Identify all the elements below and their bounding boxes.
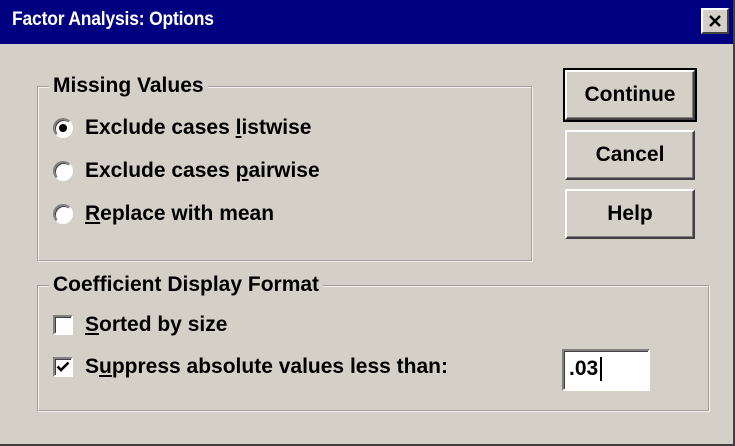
checkbox[interactable]	[53, 357, 73, 377]
threshold-value: .03	[569, 357, 599, 380]
close-button[interactable]	[701, 8, 729, 34]
coefficient-format-legend: Coefficient Display Format	[49, 271, 324, 299]
radio-exclude-pairwise[interactable]: Exclude cases pairwise	[53, 159, 320, 183]
suppress-threshold-input[interactable]: .03	[562, 349, 650, 391]
option-label: Exclude cases listwise	[85, 116, 312, 139]
checkbox-suppress-values[interactable]: Suppress absolute values less than:	[53, 355, 448, 379]
checkbox[interactable]	[53, 315, 73, 335]
radio-replace-with-mean[interactable]: Replace with mean	[53, 202, 274, 226]
missing-values-group: Missing Values Exclude cases listwise Ex…	[37, 72, 533, 262]
missing-values-legend: Missing Values	[49, 72, 208, 100]
options-dialog: Factor Analysis: Options Missing Values …	[0, 0, 735, 446]
option-label: Replace with mean	[85, 202, 275, 225]
help-button[interactable]: Help	[565, 189, 695, 239]
checkbox-sorted-by-size[interactable]: Sorted by size	[53, 313, 227, 337]
cancel-button[interactable]: Cancel	[565, 130, 695, 180]
option-label: Suppress absolute values less than:	[85, 355, 448, 378]
title-bar[interactable]: Factor Analysis: Options	[0, 0, 733, 44]
continue-button[interactable]: Continue	[563, 68, 697, 122]
radio-button[interactable]	[53, 161, 73, 181]
radio-button[interactable]	[53, 118, 73, 138]
option-label: Exclude cases pairwise	[85, 159, 320, 182]
checkmark-icon	[56, 361, 70, 372]
text-cursor	[600, 357, 603, 381]
option-label: Sorted by size	[85, 313, 228, 336]
close-icon	[709, 15, 721, 27]
radio-exclude-listwise[interactable]: Exclude cases listwise	[53, 116, 312, 140]
radio-button[interactable]	[53, 204, 73, 224]
dialog-title: Factor Analysis: Options	[12, 9, 214, 30]
